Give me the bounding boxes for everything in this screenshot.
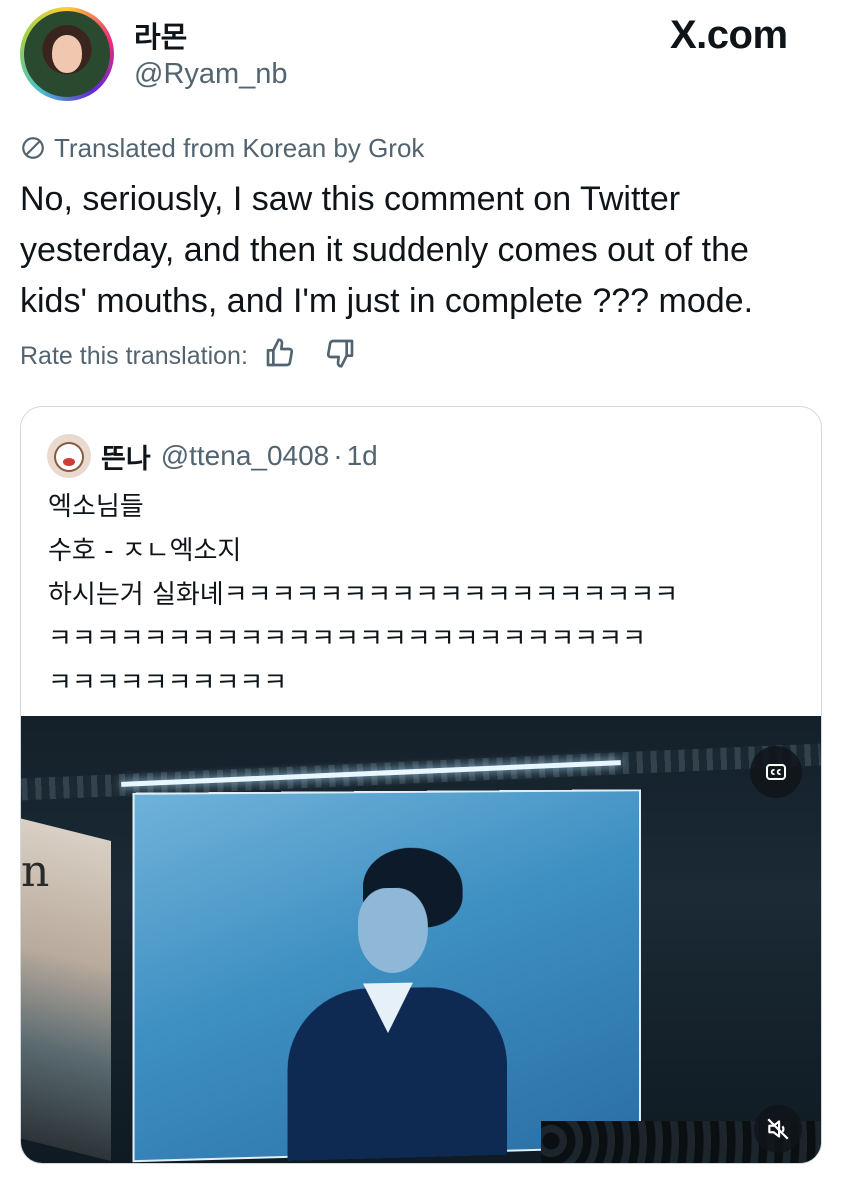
- author-handle[interactable]: @Ryam_nb: [134, 58, 288, 91]
- author-display-name[interactable]: 라몬: [134, 14, 187, 56]
- translate-icon: [22, 137, 44, 159]
- thumbs-up-icon: [266, 337, 294, 366]
- mute-icon: [767, 1118, 789, 1140]
- thumbs-down-icon: [326, 339, 354, 368]
- captions-icon: [766, 764, 786, 780]
- side-screen-letter: n: [21, 846, 50, 897]
- quoted-tweet-header: 뜬나 @ttena_0408 · 1d: [47, 433, 378, 479]
- performer-face: [357, 887, 428, 974]
- tweet-text: No, seriously, I saw this comment on Twi…: [20, 180, 754, 320]
- quoted-text-line: 엑소님들: [48, 492, 144, 522]
- translation-notice: Translated from Korean by Grok: [20, 131, 424, 165]
- author-avatar-photo: [24, 11, 110, 97]
- quoted-text-line: ㅋㅋㅋㅋㅋㅋㅋㅋㅋㅋ: [48, 668, 288, 698]
- rate-translation: Rate this translation:: [20, 337, 356, 375]
- stage-screen: [132, 789, 641, 1163]
- rate-translation-label: Rate this translation:: [20, 341, 248, 370]
- quoted-text-line: 하시는거 실화녜ㅋㅋㅋㅋㅋㅋㅋㅋㅋㅋㅋㅋㅋㅋㅋㅋㅋㅋㅋ: [48, 580, 679, 610]
- mute-button[interactable]: [754, 1105, 802, 1153]
- quoted-author-handle[interactable]: @ttena_0408: [161, 440, 330, 472]
- quoted-tweet-card[interactable]: 뜬나 @ttena_0408 · 1d 엑소님들 수호 - ㅈㄴ엑소지 하시는거…: [20, 406, 822, 1164]
- quoted-author-display-name[interactable]: 뜬나: [101, 437, 151, 476]
- captions-button[interactable]: [750, 746, 802, 798]
- quoted-author-avatar[interactable]: [47, 434, 91, 478]
- thumbs-up-button[interactable]: [264, 337, 296, 376]
- translation-notice-text: Translated from Korean by Grok: [54, 132, 425, 163]
- quoted-tweet-text: 엑소님들 수호 - ㅈㄴ엑소지 하시는거 실화녜ㅋㅋㅋㅋㅋㅋㅋㅋㅋㅋㅋㅋㅋㅋㅋㅋ…: [48, 485, 808, 705]
- quoted-text-line: 수호 - ㅈㄴ엑소지: [48, 536, 242, 566]
- quoted-timestamp[interactable]: 1d: [347, 440, 378, 472]
- thumbs-down-button[interactable]: [324, 337, 356, 376]
- x-com-logo: X.com: [670, 13, 788, 57]
- quoted-text-line: ㅋㅋㅋㅋㅋㅋㅋㅋㅋㅋㅋㅋㅋㅋㅋㅋㅋㅋㅋㅋㅋㅋㅋㅋㅋ: [48, 624, 647, 654]
- author-avatar[interactable]: [20, 7, 114, 101]
- quoted-separator: ·: [333, 440, 343, 471]
- quoted-video[interactable]: n: [21, 716, 821, 1163]
